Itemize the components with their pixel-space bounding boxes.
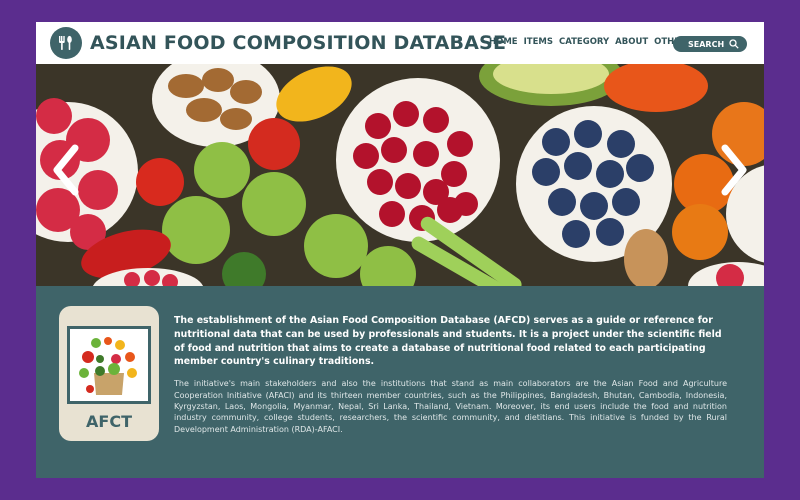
hero-image bbox=[36, 64, 764, 286]
about-lead: The establishment of the Asian Food Comp… bbox=[174, 315, 722, 368]
nav-items[interactable]: ITEMS bbox=[524, 37, 553, 47]
carousel-next-button[interactable] bbox=[714, 142, 754, 198]
chevron-left-icon bbox=[53, 144, 79, 196]
nav-about[interactable]: ABOUT bbox=[615, 37, 648, 47]
fork-spoon-icon[interactable] bbox=[50, 27, 82, 59]
nav-home[interactable]: HOME bbox=[489, 37, 518, 47]
grocery-bag-icon bbox=[67, 326, 151, 404]
carousel-prev-button[interactable] bbox=[46, 142, 86, 198]
afct-card[interactable]: AFCT bbox=[59, 306, 159, 441]
site-header: ASIAN FOOD COMPOSITION DATABASE HOME ITE… bbox=[36, 22, 764, 64]
site-title: ASIAN FOOD COMPOSITION DATABASE bbox=[90, 32, 507, 54]
card-label: AFCT bbox=[86, 412, 132, 431]
search-icon bbox=[729, 39, 739, 49]
about-body: The initiative's main stakeholders and a… bbox=[174, 379, 727, 434]
main-nav: HOME ITEMS CATEGORY ABOUT OTHER bbox=[489, 37, 687, 47]
about-section: AFCT The establishment of the Asian Food… bbox=[36, 286, 764, 478]
search-label: SEARCH bbox=[688, 39, 725, 49]
chevron-right-icon bbox=[721, 144, 747, 196]
about-text: The establishment of the Asian Food Comp… bbox=[174, 314, 727, 435]
search-button[interactable]: SEARCH bbox=[673, 36, 747, 52]
nav-category[interactable]: CATEGORY bbox=[559, 37, 609, 47]
page-frame: ASIAN FOOD COMPOSITION DATABASE HOME ITE… bbox=[36, 22, 764, 478]
hero-carousel[interactable] bbox=[36, 64, 764, 286]
